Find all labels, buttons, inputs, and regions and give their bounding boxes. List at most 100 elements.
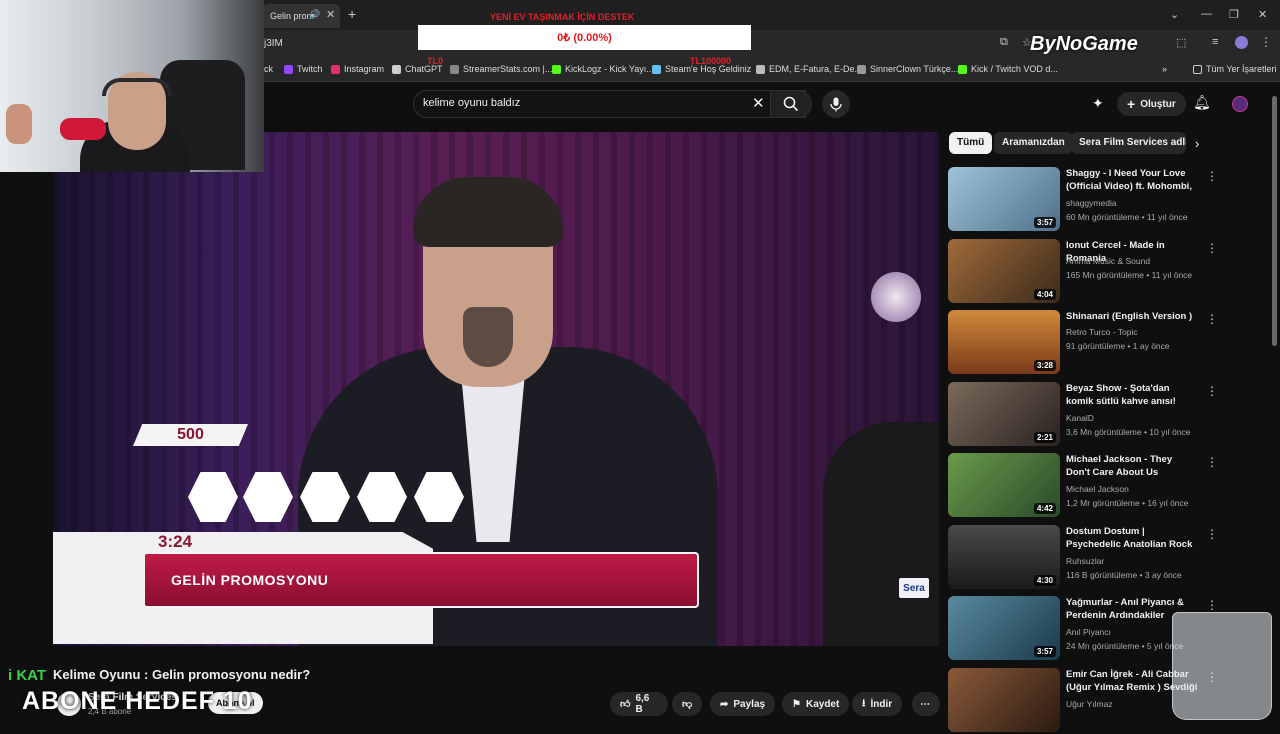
video-player[interactable]: 500 3:24 GELİN PROMOSYONU Sera (53, 132, 939, 646)
kicklogz-icon (552, 64, 561, 74)
dislike-button[interactable]: 👎︎ (672, 692, 702, 716)
video-thumbnail[interactable]: 4:30 (948, 525, 1060, 589)
chip-all[interactable]: Tümü (949, 132, 993, 154)
more-options-icon[interactable]: ⋮ (1206, 241, 1218, 255)
video-thumbnail[interactable]: 4:04 (948, 239, 1060, 303)
more-options-icon[interactable]: ⋮ (1206, 598, 1218, 612)
score-badge: 500 (133, 424, 248, 446)
host-hair (413, 177, 563, 247)
more-options-icon[interactable]: ⋮ (1206, 169, 1218, 183)
page-scrollbar[interactable] (1272, 96, 1277, 346)
webcam-feed (0, 0, 264, 172)
video-thumbnail[interactable]: 3:57 (948, 167, 1060, 231)
save-button[interactable]: ⚑ Kaydet (782, 692, 850, 716)
video-thumbnail[interactable]: 2:21 (948, 382, 1060, 446)
like-button[interactable]: 👍︎ 6,6 B (610, 692, 668, 716)
recommendation-meta: 91 görüntüleme • 1 ay önce (1066, 341, 1170, 351)
more-options-icon[interactable]: ⋮ (1206, 384, 1218, 398)
thumbs-up-icon: 👍︎ (620, 699, 631, 710)
search-query: kelime oyunu baldız (423, 97, 521, 109)
recommendation-item[interactable]: 4:30 Dostum Dostum | Psychedelic Anatoli… (948, 525, 1218, 591)
recommendation-channel: Michael Jackson (1066, 484, 1129, 494)
profile-avatar[interactable] (1235, 36, 1248, 49)
recommendation-channel: KanalD (1066, 413, 1094, 423)
more-options-icon[interactable]: ⋮ (1206, 455, 1218, 469)
steam-icon (652, 64, 661, 74)
media-icon[interactable]: ≡ (1212, 36, 1218, 48)
bookmarks-overflow-icon[interactable]: » (1162, 64, 1167, 74)
glass-cup (1172, 612, 1272, 720)
recommendation-meta: 165 Mn görüntüleme • 11 yıl önce (1066, 270, 1193, 280)
voice-search-button[interactable] (822, 90, 850, 118)
tab-close-icon[interactable]: ✕ (326, 8, 335, 21)
donation-progress-bar: 0₺ (0.00%) (418, 25, 751, 50)
recommendation-item[interactable]: 4:42 Michael Jackson - They Don't Care A… (948, 453, 1218, 519)
recommendation-channel: Anıl Piyancı (1066, 627, 1111, 637)
recommendation-channel: shaggymedia (1066, 198, 1117, 208)
extensions-icon[interactable]: ⬚ (1176, 36, 1186, 49)
clear-search-icon[interactable]: ✕ (752, 94, 765, 112)
recommendation-item[interactable]: 2:21 Beyaz Show - Şota'dan komik sütlü k… (948, 382, 1218, 448)
more-options-icon[interactable]: ⋮ (1206, 527, 1218, 541)
folder-icon (1193, 64, 1202, 74)
streamerstats-icon (450, 64, 459, 74)
recommendation-title: Beyaz Show - Şota'dan komik sütlü kahve … (1066, 383, 1176, 407)
share-button[interactable]: ➦ Paylaş (710, 692, 776, 716)
bookmark-item[interactable]: Instagram (331, 64, 384, 74)
more-options-icon[interactable]: ⋮ (1206, 312, 1218, 326)
premium-icon[interactable]: ✦ (1092, 95, 1104, 112)
notifications-bell-icon[interactable]: 🔔︎ (1193, 94, 1211, 111)
more-icon: ⋯ (920, 698, 930, 710)
duration-badge: 3:57 (1033, 217, 1056, 228)
recommendation-title: Michael Jackson - They Don't Care About … (1066, 454, 1173, 478)
new-tab-icon[interactable]: + (348, 6, 356, 22)
recommendation-item[interactable]: 3:28 Shinanari (English Version ) Retro … (948, 310, 1218, 376)
create-button[interactable]: + Oluştur (1117, 92, 1186, 116)
donation-amount: 0₺ (0.00%) (557, 32, 612, 44)
recommendation-item[interactable]: 3:57 Shaggy - I Need Your Love (Official… (948, 167, 1218, 233)
donation-max: TL100000 (690, 56, 732, 66)
tab-audio-icon[interactable]: 🔊 (309, 9, 320, 20)
duration-badge: 2:21 (1033, 432, 1056, 443)
channel-watermark: Sera (899, 578, 929, 598)
recommendation-meta: 1,2 Mr görüntüleme • 16 yıl önce (1066, 498, 1189, 508)
instagram-icon (331, 64, 340, 74)
subscriber-goal: ABONE HEDEF 10 (22, 687, 253, 715)
stage-light (871, 272, 921, 322)
recommendation-item[interactable]: 4:04 Ionut Cercel - Made in Romania Amma… (948, 239, 1218, 305)
recommendation-channel: Amma Music & Sound (1066, 256, 1151, 266)
bookmark-item[interactable]: SinnerClown Türkçe... (857, 64, 958, 74)
recommendation-title: Shinanari (English Version ) (1066, 311, 1193, 322)
video-thumbnail[interactable]: 3:57 (948, 596, 1060, 660)
chatgpt-icon (392, 64, 401, 74)
video-thumbnail[interactable]: 4:42 (948, 453, 1060, 517)
like-count: 6,6 B (635, 693, 650, 715)
chip-from-search[interactable]: Aramanızdan (994, 132, 1073, 154)
bookmark-item[interactable]: Twitch (284, 64, 323, 74)
bookmark-item[interactable]: KickLogz - Kick Yayı... (552, 64, 654, 74)
bookmark-item[interactable]: Kick / Twitch VOD d... (958, 64, 1058, 74)
window-close-icon[interactable]: ✕ (1258, 8, 1267, 21)
duration-badge: 4:42 (1033, 503, 1056, 514)
video-thumbnail[interactable]: 3:28 (948, 310, 1060, 374)
maximize-icon[interactable]: ❐ (1229, 8, 1239, 21)
cast-icon[interactable]: ⧉ (1000, 36, 1008, 49)
search-button[interactable] (770, 90, 812, 118)
search-icon (783, 96, 799, 112)
bookmark-item[interactable]: StreamerStats.com |... (450, 64, 552, 74)
more-actions-button[interactable]: ⋯ (912, 692, 940, 716)
account-avatar[interactable] (1232, 96, 1248, 112)
all-bookmarks[interactable]: Tüm Yer İşaretleri (1193, 64, 1277, 74)
recommendation-meta: 24 Mn görüntüleme • 5 yıl önce (1066, 641, 1184, 651)
bookmark-item[interactable]: ck (264, 64, 273, 74)
tab-search-icon[interactable]: ⌄ (1170, 8, 1179, 21)
chevron-right-icon[interactable]: › (1195, 136, 1199, 151)
video-thumbnail[interactable] (948, 668, 1060, 732)
browser-menu-icon[interactable]: ⋮ (1260, 35, 1272, 49)
chip-channel[interactable]: Sera Film Services adlı y (1071, 132, 1186, 154)
share-icon: ➦ (720, 698, 729, 710)
minimize-icon[interactable]: — (1201, 8, 1212, 20)
download-button[interactable]: ⭳ İndir (852, 692, 903, 716)
edm-icon (756, 64, 765, 74)
bookmark-item[interactable]: EDM, E-Fatura, E-De... (756, 64, 862, 74)
